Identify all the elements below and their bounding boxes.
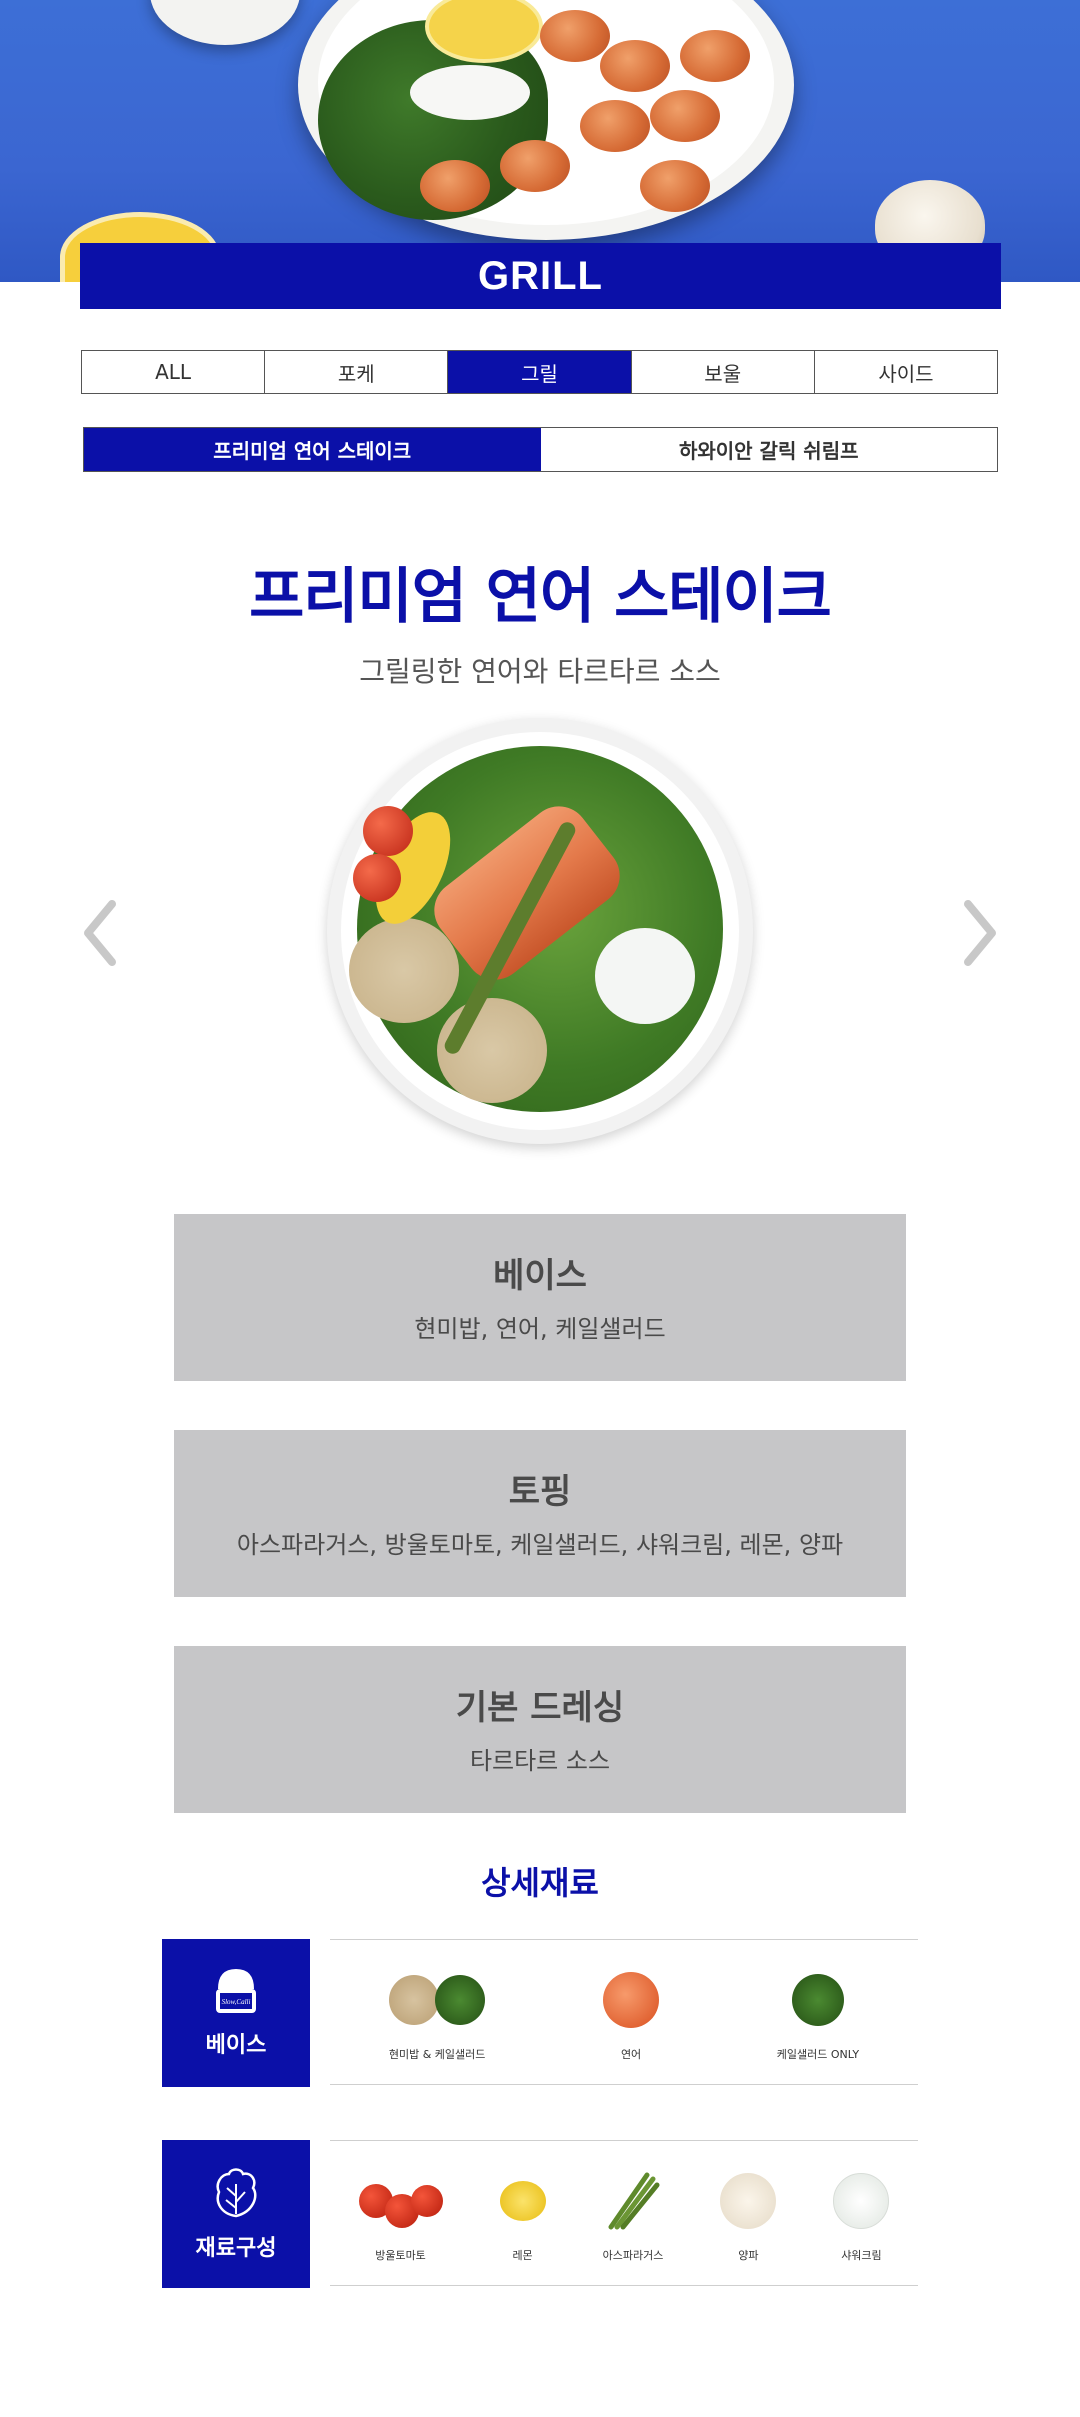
base-row-items: 현미밥 & 케일샐러드 연어 케일샐러드 ONLY: [330, 1939, 918, 2085]
tab-all[interactable]: ALL: [82, 351, 266, 393]
tomato-icon: [358, 2171, 443, 2231]
category-title: GRILL: [80, 243, 1001, 309]
hero-shrimp: [680, 30, 750, 82]
list-item: 양파: [720, 2141, 777, 2263]
info-base-text: 현미밥, 연어, 케일샐러드: [414, 1315, 666, 1343]
list-item: 방울토마토: [358, 2141, 443, 2263]
product-description: 그릴링한 연어와 타르타르 소스: [359, 655, 721, 688]
cherry-tomato: [353, 854, 401, 902]
base-row-label-text: 베이스: [205, 2033, 267, 2058]
rice-kale-icon: [389, 1970, 486, 2030]
info-topping: 토핑 아스파라거스, 방울토마토, 케일샐러드, 샤워크림, 레몬, 양파: [174, 1430, 906, 1597]
info-topping-text: 아스파라거스, 방울토마토, 케일샐러드, 샤워크림, 레몬, 양파: [236, 1531, 844, 1559]
item-caption: 샤워크림: [841, 2249, 882, 2262]
base-row-label: Slow,Calli 베이스: [162, 1939, 310, 2087]
asparagus-icon: [603, 2171, 663, 2231]
onion-icon: [720, 2171, 777, 2231]
ingredient-row-label-text: 재료구성: [195, 2236, 277, 2261]
hero-shrimp: [640, 160, 710, 212]
list-item: 아스파라거스: [602, 2141, 664, 2263]
info-dressing-title: 기본 드레싱: [455, 1688, 625, 1728]
item-caption: 레몬: [512, 2249, 533, 2262]
cherry-tomato: [363, 806, 413, 856]
detail-title: 상세재료: [481, 1864, 599, 1902]
info-dressing-text: 타르타르 소스: [469, 1747, 611, 1775]
rice-scoop: [349, 918, 459, 1023]
tab-side[interactable]: 사이드: [814, 351, 998, 393]
ingredient-row-items: 방울토마토 레몬 아스파라거스 양파 샤워크림: [330, 2140, 918, 2286]
info-dressing: 기본 드레싱 타르타르 소스: [174, 1646, 906, 1813]
list-item: 케일샐러드 ONLY: [777, 1940, 859, 2062]
chevron-left-icon[interactable]: [80, 900, 120, 966]
lettuce-icon: [216, 2168, 257, 2218]
chevron-right-icon[interactable]: [960, 900, 1000, 966]
hero-shrimp: [540, 10, 610, 62]
info-base: 베이스 현미밥, 연어, 케일샐러드: [174, 1214, 906, 1381]
hero-banner: [0, 0, 1080, 282]
sour-cream: [595, 928, 695, 1024]
list-item: 현미밥 & 케일샐러드: [388, 1940, 486, 2062]
bowl-icon: Slow,Calli: [216, 1969, 256, 2013]
category-tabs: ALL 포케 그릴 보울 사이드: [81, 350, 998, 394]
info-base-title: 베이스: [493, 1256, 587, 1296]
list-item: 샤워크림: [833, 2141, 890, 2263]
item-caption: 케일샐러드 ONLY: [776, 2048, 860, 2061]
list-item: 연어: [603, 1940, 660, 2062]
salmon-icon: [603, 1970, 660, 2030]
hero-shrimp: [500, 140, 570, 192]
item-caption: 양파: [738, 2249, 759, 2262]
lemon-icon: [499, 2171, 546, 2231]
item-caption: 현미밥 & 케일샐러드: [388, 2048, 486, 2061]
item-caption: 방울토마토: [375, 2249, 426, 2262]
sour-cream-icon: [833, 2171, 890, 2231]
product-image: [327, 718, 753, 1144]
hero-sourcream: [410, 65, 530, 120]
item-caption: 연어: [620, 2048, 642, 2061]
list-item: 레몬: [499, 2141, 546, 2263]
sauce-bowl-image: [150, 0, 300, 45]
item-caption: 아스파라거스: [602, 2249, 664, 2262]
tab-bowl[interactable]: 보울: [631, 351, 815, 393]
info-topping-title: 토핑: [508, 1472, 572, 1512]
tab-hawaiian-garlic-shrimp[interactable]: 하와이안 갈릭 쉬림프: [540, 428, 997, 471]
hero-shrimp: [420, 160, 490, 212]
menu-tabs: 프리미엄 연어 스테이크 하와이안 갈릭 쉬림프: [83, 427, 998, 472]
ingredient-row-label: 재료구성: [162, 2140, 310, 2288]
hero-shrimp: [650, 90, 720, 142]
product-name: 프리미엄 연어 스테이크: [249, 562, 832, 632]
kale-icon: [791, 1970, 844, 2030]
tab-premium-salmon-steak[interactable]: 프리미엄 연어 스테이크: [84, 428, 541, 471]
tab-poke[interactable]: 포케: [265, 351, 449, 393]
hero-shrimp: [600, 40, 670, 92]
svg-text:Slow,Calli: Slow,Calli: [222, 1998, 251, 2006]
hero-shrimp: [580, 100, 650, 152]
tab-grill[interactable]: 그릴: [448, 351, 632, 393]
